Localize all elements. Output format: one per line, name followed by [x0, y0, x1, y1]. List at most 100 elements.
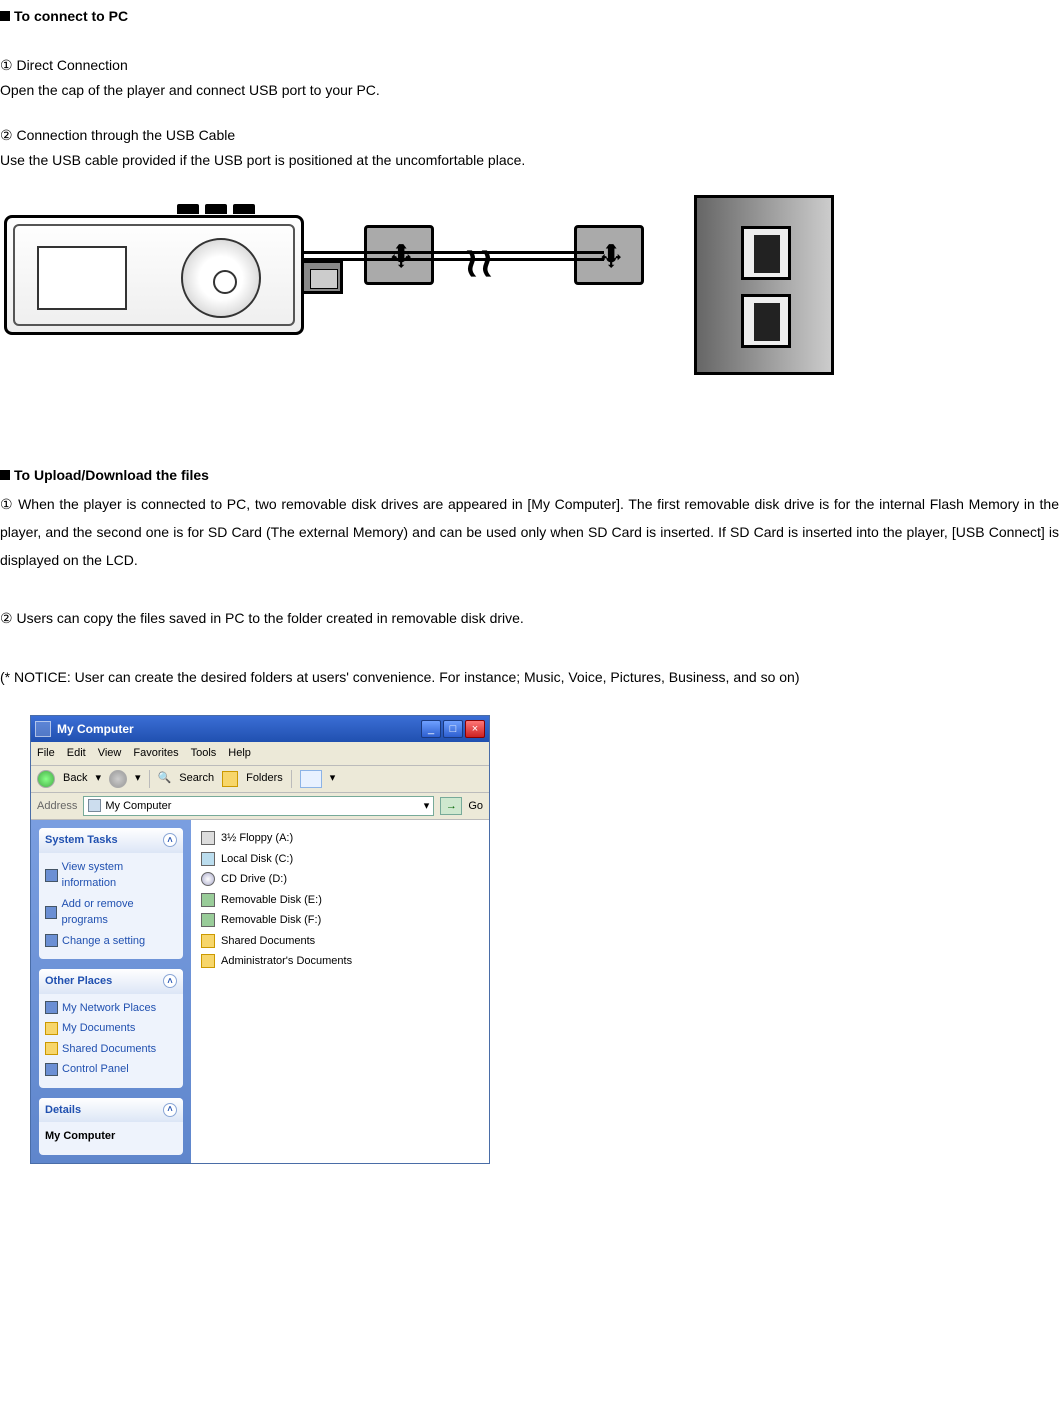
my-computer-window: My Computer _ □ × File Edit View Favorit… — [30, 715, 490, 1164]
upload-item1: ① When the player is connected to PC, tw… — [0, 490, 1059, 574]
minimize-button[interactable]: _ — [421, 720, 441, 738]
floppy-icon — [201, 831, 215, 845]
menu-file[interactable]: File — [37, 745, 55, 762]
views-button-icon[interactable] — [300, 770, 322, 788]
drive-label: 3½ Floppy (A:) — [221, 830, 293, 847]
item2-text: Use the USB cable provided if the USB po… — [0, 150, 1059, 171]
address-input[interactable]: My Computer ▾ — [83, 796, 434, 817]
close-button[interactable]: × — [465, 720, 485, 738]
folder-shared-documents[interactable]: Shared Documents — [201, 931, 479, 952]
upload-item1-text: When the player is connected to PC, two … — [0, 496, 1059, 568]
dropdown-arrow-icon[interactable]: ▾ — [330, 770, 336, 787]
item2-title-line: ② Connection through the USB Cable — [0, 125, 1059, 146]
circled-1-marker: ① — [0, 496, 13, 512]
folder-icon — [45, 1022, 58, 1035]
drive-local-c[interactable]: Local Disk (C:) — [201, 849, 479, 870]
back-button-icon[interactable] — [37, 770, 55, 788]
address-label: Address — [37, 798, 77, 815]
bullet-square-icon — [0, 11, 10, 21]
place-label: Shared Documents — [62, 1041, 156, 1058]
details-group: Details ˄ My Computer — [39, 1098, 183, 1155]
chevron-up-icon[interactable]: ˄ — [163, 974, 177, 988]
system-tasks-group: System Tasks ˄ View system information A… — [39, 828, 183, 959]
toolbar-separator — [291, 770, 292, 788]
search-icon[interactable]: 🔍 — [158, 770, 172, 787]
heading-text: To connect to PC — [14, 8, 128, 24]
place-network[interactable]: My Network Places — [45, 998, 177, 1019]
task-label: Change a setting — [62, 933, 145, 950]
toolbar: Back ▾ ▾ 🔍 Search Folders ▾ — [31, 766, 489, 793]
pc-usb-port — [741, 294, 791, 348]
info-icon — [45, 869, 58, 882]
my-computer-icon — [35, 721, 51, 737]
dropdown-arrow-icon[interactable]: ▾ — [424, 798, 430, 815]
hdd-icon — [201, 852, 215, 866]
drive-removable-f[interactable]: Removable Disk (F:) — [201, 910, 479, 931]
heading-upload-download: To Upload/Download the files — [0, 465, 1059, 486]
task-change-setting[interactable]: Change a setting — [45, 931, 177, 952]
drive-label: Local Disk (C:) — [221, 851, 293, 868]
player-usb-plug — [301, 260, 343, 294]
place-my-documents[interactable]: My Documents — [45, 1018, 177, 1039]
system-tasks-title: System Tasks — [45, 832, 118, 849]
system-tasks-header[interactable]: System Tasks ˄ — [39, 828, 183, 853]
folder-icon — [201, 954, 215, 968]
window-titlebar[interactable]: My Computer _ □ × — [31, 716, 489, 742]
item2-title: Connection through the USB Cable — [16, 127, 235, 143]
upload-item2-text: Users can copy the files saved in PC to … — [16, 610, 523, 626]
menu-favorites[interactable]: Favorites — [133, 745, 178, 762]
circled-2-marker: ② — [0, 610, 13, 626]
menu-tools[interactable]: Tools — [191, 745, 217, 762]
cable-squiggle-icon: ≀≀ — [464, 233, 494, 293]
details-header[interactable]: Details ˄ — [39, 1098, 183, 1123]
player-device-illustration — [4, 215, 304, 335]
search-label[interactable]: Search — [179, 770, 214, 787]
side-panel: System Tasks ˄ View system information A… — [31, 820, 191, 1163]
drive-cd[interactable]: CD Drive (D:) — [201, 869, 479, 890]
network-icon — [45, 1001, 58, 1014]
drive-removable-e[interactable]: Removable Disk (E:) — [201, 890, 479, 911]
pc-usb-ports-illustration — [694, 195, 834, 375]
back-label[interactable]: Back — [63, 770, 87, 787]
go-label[interactable]: Go — [468, 798, 483, 815]
chevron-up-icon[interactable]: ˄ — [163, 833, 177, 847]
details-title: Details — [45, 1102, 81, 1119]
heading-connect-pc: To connect to PC — [0, 6, 1059, 27]
folders-label[interactable]: Folders — [246, 770, 283, 787]
menu-help[interactable]: Help — [228, 745, 251, 762]
menu-edit[interactable]: Edit — [67, 745, 86, 762]
circled-2-marker: ② — [0, 127, 13, 143]
folder-admin-documents[interactable]: Administrator's Documents — [201, 951, 479, 972]
details-text: My Computer — [45, 1126, 177, 1147]
other-places-title: Other Places — [45, 973, 112, 990]
usb-connection-diagram: ≀≀ — [4, 195, 834, 425]
task-add-remove-programs[interactable]: Add or remove programs — [45, 894, 177, 931]
place-control-panel[interactable]: Control Panel — [45, 1059, 177, 1080]
place-shared-documents[interactable]: Shared Documents — [45, 1039, 177, 1060]
task-view-system-info[interactable]: View system information — [45, 857, 177, 894]
usb-cable-illustration — [304, 251, 604, 261]
maximize-button[interactable]: □ — [443, 720, 463, 738]
task-label: View system information — [62, 859, 177, 892]
place-label: My Network Places — [62, 1000, 156, 1017]
drive-floppy[interactable]: 3½ Floppy (A:) — [201, 828, 479, 849]
place-label: Control Panel — [62, 1061, 129, 1078]
folder-icon — [201, 934, 215, 948]
drive-label: Removable Disk (E:) — [221, 892, 322, 909]
other-places-group: Other Places ˄ My Network Places My Docu… — [39, 969, 183, 1088]
drive-label: Removable Disk (F:) — [221, 912, 321, 929]
go-button[interactable]: → — [440, 797, 462, 815]
upload-item2: ② Users can copy the files saved in PC t… — [0, 608, 1059, 629]
chevron-up-icon[interactable]: ˄ — [163, 1103, 177, 1117]
menu-view[interactable]: View — [98, 745, 122, 762]
dropdown-arrow-icon[interactable]: ▾ — [135, 770, 141, 787]
drive-label: Administrator's Documents — [221, 953, 352, 970]
dropdown-arrow-icon[interactable]: ▾ — [95, 770, 101, 787]
other-places-header[interactable]: Other Places ˄ — [39, 969, 183, 994]
bullet-square-icon — [0, 470, 10, 480]
control-panel-icon — [45, 1063, 58, 1076]
pc-usb-port — [741, 226, 791, 280]
folders-icon[interactable] — [222, 771, 238, 787]
drives-list: 3½ Floppy (A:) Local Disk (C:) CD Drive … — [191, 820, 489, 1163]
forward-button-icon[interactable] — [109, 770, 127, 788]
